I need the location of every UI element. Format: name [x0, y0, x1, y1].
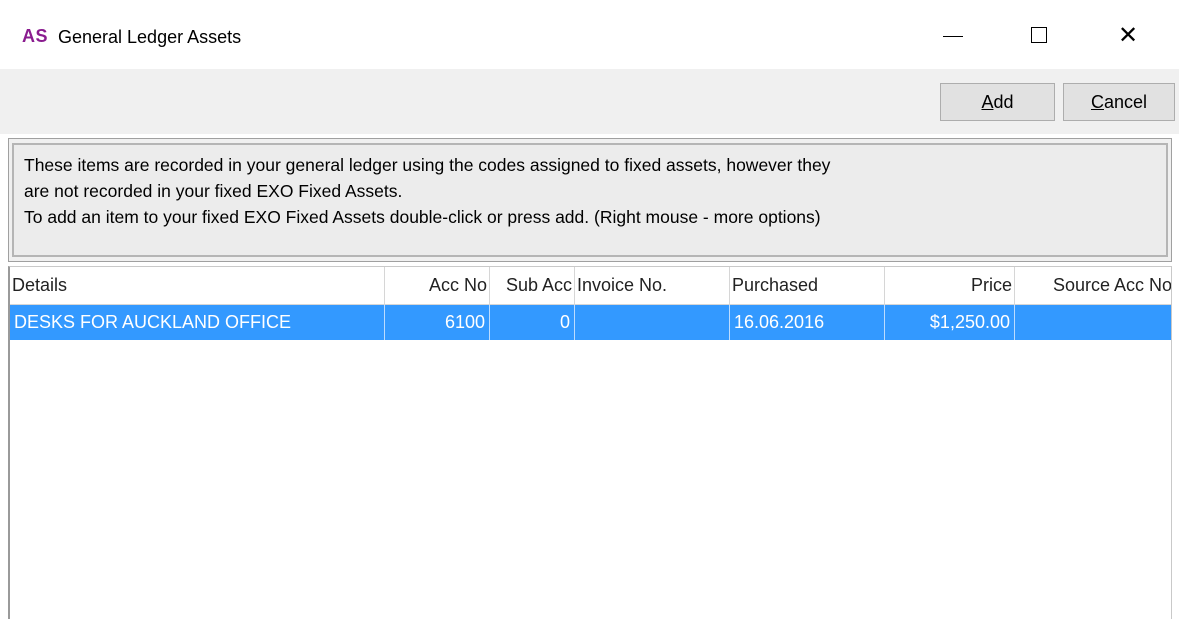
cell-purchased[interactable]: 16.06.2016: [730, 305, 885, 340]
info-line: are not recorded in your fixed EXO Fixed…: [24, 181, 403, 201]
general-ledger-assets-window: AS General Ledger Assets ✕ Add Cancel Th…: [0, 0, 1179, 619]
cancel-button-access-key: C: [1090, 91, 1104, 112]
column-header-sub-acc[interactable]: Sub Acc: [490, 267, 575, 304]
window-title: General Ledger Assets: [58, 27, 242, 47]
info-panel: These items are recorded in your general…: [8, 138, 1172, 262]
toolbar: Add Cancel: [0, 69, 1179, 134]
column-header-details[interactable]: Details: [10, 267, 385, 304]
info-panel-content: These items are recorded in your general…: [12, 143, 1168, 257]
column-header-purchased[interactable]: Purchased: [730, 267, 885, 304]
title-bar[interactable]: AS General Ledger Assets ✕: [0, 0, 1179, 69]
table-row[interactable]: DESKS FOR AUCKLAND OFFICE 6100 0 16.06.2…: [10, 305, 1171, 340]
column-header-invoice-no[interactable]: Invoice No.: [575, 267, 730, 304]
minimize-button[interactable]: [918, 0, 988, 69]
app-logo: AS: [22, 26, 49, 46]
cell-acc-no[interactable]: 6100: [385, 305, 490, 340]
maximize-icon: [1031, 26, 1047, 43]
info-line: These items are recorded in your general…: [24, 155, 831, 175]
cell-sub-acc[interactable]: 0: [490, 305, 575, 340]
column-header-price[interactable]: Price: [885, 267, 1015, 304]
minimize-icon: [943, 35, 963, 38]
cell-source-acc-no[interactable]: [1015, 305, 1171, 340]
add-button-access-key: A: [981, 91, 994, 112]
close-icon: ✕: [1117, 20, 1139, 49]
add-button[interactable]: Add: [940, 83, 1055, 121]
assets-grid[interactable]: Details Acc No Sub Acc Invoice No. Purch…: [8, 266, 1172, 619]
cell-invoice-no[interactable]: [575, 305, 730, 340]
close-button[interactable]: ✕: [1093, 0, 1163, 69]
column-header-acc-no[interactable]: Acc No: [385, 267, 490, 304]
cell-details[interactable]: DESKS FOR AUCKLAND OFFICE: [10, 305, 385, 340]
maximize-button[interactable]: [1004, 0, 1074, 69]
grid-header: Details Acc No Sub Acc Invoice No. Purch…: [10, 267, 1171, 305]
column-header-source-acc-no[interactable]: Source Acc No: [1015, 267, 1171, 304]
add-button-label: dd: [993, 91, 1014, 112]
cell-price[interactable]: $1,250.00: [885, 305, 1015, 340]
cancel-button-label: ancel: [1103, 91, 1148, 112]
cancel-button[interactable]: Cancel: [1063, 83, 1175, 121]
info-line: To add an item to your fixed EXO Fixed A…: [24, 207, 821, 227]
